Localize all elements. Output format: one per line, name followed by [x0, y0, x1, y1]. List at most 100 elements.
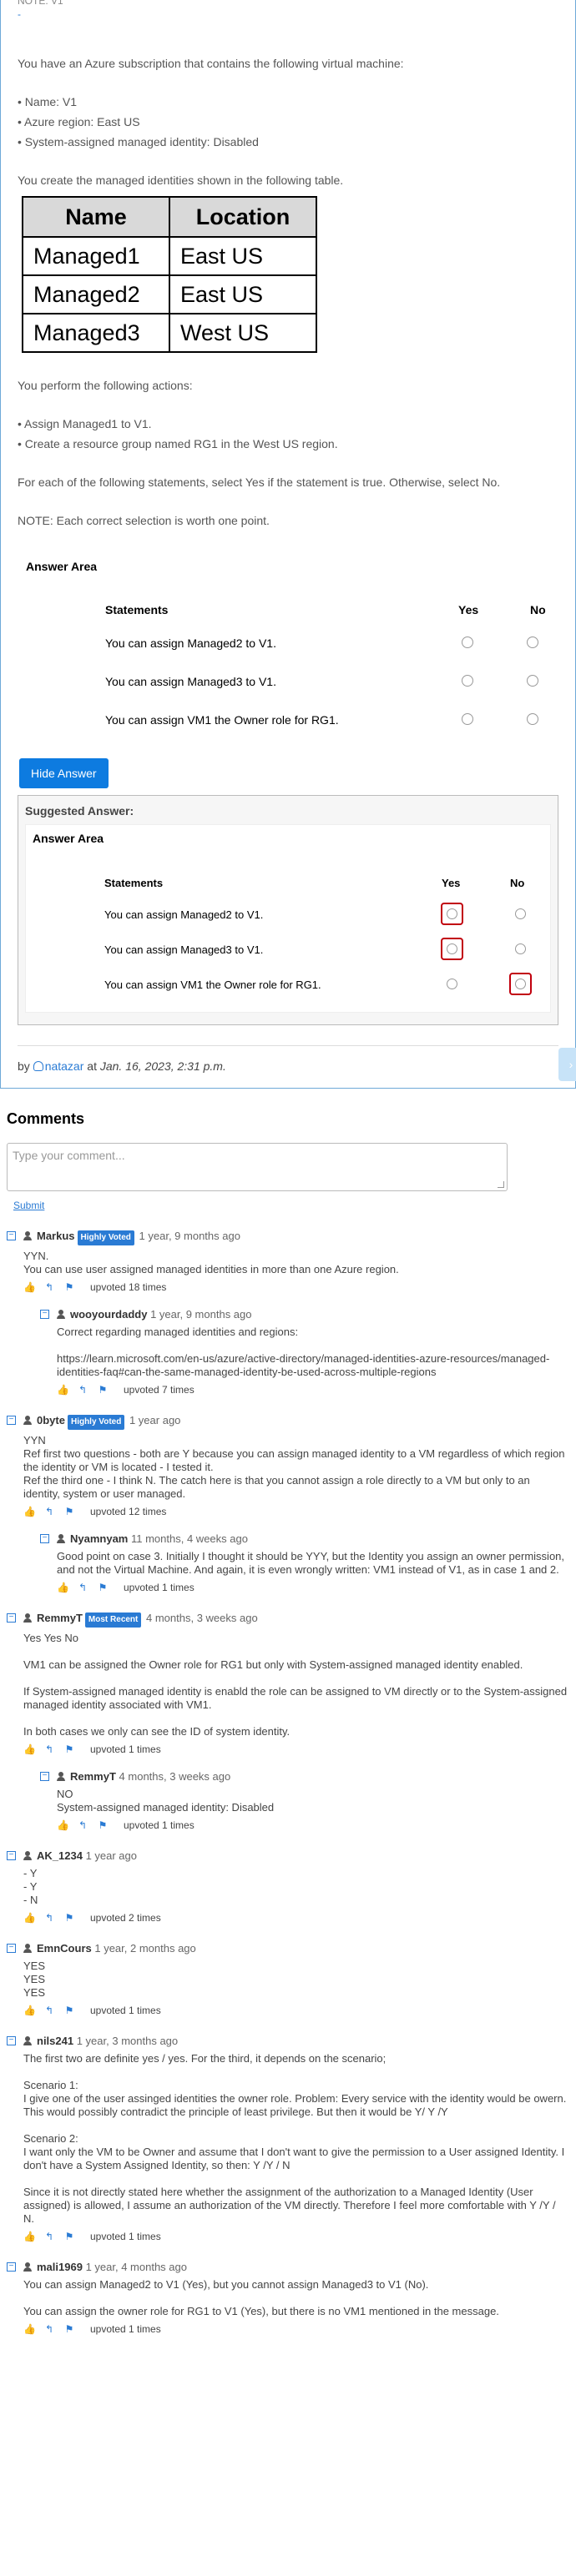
author-link[interactable]: natazar: [33, 1059, 83, 1073]
upvote-icon[interactable]: 👍: [23, 2231, 36, 2242]
comment-body: NO System-assigned managed identity: Dis…: [57, 1788, 275, 1814]
flag-icon[interactable]: ⚑: [63, 1743, 75, 1755]
no-radio[interactable]: [527, 713, 538, 725]
comment: − nils241 1 year, 3 months ago The first t…: [7, 2035, 569, 2242]
statement-text: You can assign VM1 the Owner role for RG…: [105, 713, 339, 727]
reply-icon[interactable]: ↰: [43, 1912, 55, 1924]
comment-header: RemmyT Most Recent 4 months, 3 weeks ago: [23, 1612, 569, 1628]
upvote-icon[interactable]: 👍: [23, 1506, 36, 1517]
reply-icon[interactable]: ↰: [43, 2231, 55, 2242]
byline-at: at: [87, 1059, 97, 1073]
yes-radio[interactable]: [462, 636, 473, 648]
selected-marker: [441, 938, 463, 960]
flag-icon[interactable]: ⚑: [63, 1506, 75, 1517]
comment-actions: 👍 ↰ ⚑ upvoted 18 times: [23, 1281, 569, 1293]
collapse-toggle-icon[interactable]: −: [7, 2036, 16, 2045]
upvote-icon[interactable]: 👍: [57, 1384, 69, 1396]
reply-icon[interactable]: ↰: [43, 1743, 55, 1755]
flag-icon[interactable]: ⚑: [63, 1912, 75, 1924]
vote-badge: Most Recent: [84, 1613, 142, 1628]
suggested-row: You can assign VM1 the Owner role for RG…: [33, 970, 543, 1005]
reply-icon[interactable]: ↰: [43, 2323, 55, 2335]
reply-icon[interactable]: ↰: [43, 1506, 55, 1517]
question-top-dash: -: [18, 8, 21, 20]
comment-header: Markus Highly Voted 1 year, 9 months ago: [23, 1230, 569, 1245]
comment-username[interactable]: EmnCours: [37, 1942, 92, 1955]
comment-username[interactable]: nils241: [37, 2035, 73, 2047]
user-avatar-icon: [23, 1416, 32, 1425]
comment-actions: 👍 ↰ ⚑ upvoted 1 times: [23, 1743, 569, 1755]
comment-username[interactable]: RemmyT: [37, 1612, 83, 1624]
collapse-toggle-icon[interactable]: −: [40, 1534, 49, 1543]
no-radio[interactable]: [527, 675, 538, 687]
flag-icon[interactable]: ⚑: [97, 1384, 109, 1396]
upvote-icon[interactable]: 👍: [23, 1743, 36, 1755]
user-avatar-icon: [57, 1310, 65, 1319]
collapse-toggle-icon[interactable]: −: [7, 1851, 16, 1860]
yes-radio[interactable]: [462, 713, 473, 725]
collapse-toggle-icon[interactable]: −: [7, 1613, 16, 1623]
comment-input[interactable]: Type your comment...: [7, 1143, 508, 1191]
managed-identities-table: Name Location Managed1 East US Managed2 …: [22, 196, 317, 353]
answer-row: You can assign Managed2 to V1.: [18, 625, 558, 663]
flag-icon[interactable]: ⚑: [63, 1281, 75, 1293]
suggested-row: You can assign Managed2 to V1.: [33, 900, 543, 935]
flag-icon[interactable]: ⚑: [97, 1582, 109, 1593]
comment-username[interactable]: mali1969: [37, 2261, 83, 2273]
comment-timestamp: 11 months, 4 weeks ago: [131, 1532, 248, 1545]
flag-icon[interactable]: ⚑: [97, 1819, 109, 1831]
comment-username[interactable]: AK_1234: [37, 1849, 83, 1862]
collapse-toggle-icon[interactable]: −: [40, 1772, 49, 1781]
collapse-toggle-icon[interactable]: −: [40, 1310, 49, 1319]
comment-header: Nyamnyam 11 months, 4 weeks ago: [57, 1532, 569, 1546]
collapse-toggle-icon[interactable]: −: [7, 2262, 16, 2272]
upvote-count: upvoted 1 times: [90, 2231, 161, 2242]
flag-icon[interactable]: ⚑: [63, 2231, 75, 2242]
answer-row: You can assign Managed3 to V1.: [18, 663, 558, 702]
upvote-count: upvoted 1 times: [124, 1819, 195, 1831]
collapse-toggle-icon[interactable]: −: [7, 1231, 16, 1240]
upvote-icon[interactable]: 👍: [23, 2005, 36, 2016]
comment: −0byte Highly Voted 1 year ago YYN Ref fir…: [7, 1414, 569, 1593]
collapse-toggle-icon[interactable]: −: [7, 1416, 16, 1425]
flag-icon[interactable]: ⚑: [63, 2323, 75, 2335]
flag-icon[interactable]: ⚑: [63, 2005, 75, 2016]
upvote-icon[interactable]: 👍: [23, 1281, 36, 1293]
no-radio[interactable]: [527, 636, 538, 648]
suggested-grid-header: Statements Yes No: [33, 868, 543, 900]
reply-icon[interactable]: ↰: [77, 1384, 88, 1396]
upvote-icon[interactable]: 👍: [23, 2323, 36, 2335]
comment-username[interactable]: Markus: [37, 1230, 75, 1242]
question-card: NOTE: V1 - You have an Azure subscriptio…: [0, 0, 576, 1089]
reply-icon[interactable]: ↰: [77, 1819, 88, 1831]
reply-icon[interactable]: ↰: [77, 1582, 88, 1593]
comment-timestamp: 1 year, 2 months ago: [94, 1942, 196, 1955]
comment: − RemmyT Most Recent 4 months, 3 weeks ago…: [7, 1612, 569, 1831]
reply-icon[interactable]: ↰: [43, 1281, 55, 1293]
side-scroll-tab[interactable]: ›: [558, 1048, 576, 1081]
user-icon: [33, 1061, 43, 1071]
hide-answer-button[interactable]: Hide Answer: [19, 758, 109, 788]
comment-header: RemmyT 4 months, 3 weeks ago: [57, 1770, 569, 1784]
upvote-icon[interactable]: 👍: [57, 1819, 69, 1831]
selected-marker: [509, 973, 532, 995]
upvote-icon[interactable]: 👍: [57, 1582, 69, 1593]
submit-comment-link[interactable]: Submit: [7, 1200, 569, 1211]
user-avatar-icon: [23, 1944, 32, 1953]
suggested-answer-panel: Suggested Answer: Answer Area Statements…: [18, 795, 558, 1025]
upvote-icon[interactable]: 👍: [23, 1912, 36, 1924]
comment-username[interactable]: 0byte: [37, 1414, 65, 1426]
col-statements: Statements: [104, 877, 164, 889]
comment: − Markus Highly Voted 1 year, 9 months ago…: [7, 1230, 569, 1396]
comment-timestamp: 1 year ago: [129, 1414, 181, 1426]
action-item: • Create a resource group named RG1 in t…: [18, 437, 338, 450]
comment-timestamp: 4 months, 3 weeks ago: [146, 1612, 258, 1624]
collapse-toggle-icon[interactable]: −: [7, 1944, 16, 1953]
vote-badge: Highly Voted: [67, 1415, 125, 1430]
comment-username[interactable]: RemmyT: [70, 1770, 116, 1783]
comment-username[interactable]: wooyourdaddy: [70, 1308, 147, 1321]
reply-icon[interactable]: ↰: [43, 2005, 55, 2016]
table-cell: Managed1: [22, 236, 170, 276]
yes-radio[interactable]: [462, 675, 473, 687]
comment-username[interactable]: Nyamnyam: [70, 1532, 128, 1545]
